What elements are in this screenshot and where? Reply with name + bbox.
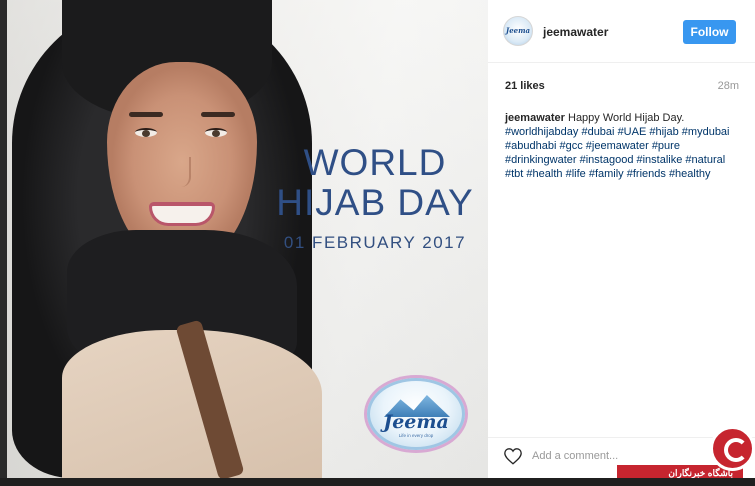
hashtag-link[interactable]: #jeemawater bbox=[586, 140, 649, 152]
nose bbox=[175, 157, 191, 187]
jeema-logo: Jeema Life in every drop bbox=[367, 378, 465, 450]
post-time[interactable]: 28m bbox=[718, 80, 739, 92]
hashtag-link[interactable]: #family bbox=[589, 168, 624, 180]
likes-row: 21 likes 28m bbox=[505, 80, 739, 96]
watermark-logo-icon bbox=[710, 426, 755, 471]
watermark: باشگاه خبرنگاران bbox=[617, 424, 755, 486]
caption-hashtags: #worldhijabday #dubai #UAE #hijab #mydub… bbox=[505, 126, 730, 180]
post-sidebar: Jeema jeemawater Follow 21 likes 28m jee… bbox=[488, 0, 755, 478]
right-eye bbox=[205, 128, 227, 137]
hashtag-link[interactable]: #tbt bbox=[505, 168, 523, 180]
hashtag-link[interactable]: #friends bbox=[627, 168, 666, 180]
avatar[interactable]: Jeema bbox=[503, 16, 533, 46]
avatar-logo-text: Jeema bbox=[505, 26, 531, 35]
hashtag-link[interactable]: #instalike bbox=[637, 154, 683, 166]
hashtag-link[interactable]: #hijab bbox=[649, 126, 678, 138]
hashtag-link[interactable]: #life bbox=[566, 168, 586, 180]
caption-username[interactable]: jeemawater bbox=[505, 112, 565, 124]
hashtag-link[interactable]: #instagood bbox=[580, 154, 634, 166]
hashtag-link[interactable]: #healthy bbox=[669, 168, 711, 180]
post-image[interactable]: WORLD HIJAB DAY 01 FEBRUARY 2017 Jeema L… bbox=[7, 0, 488, 478]
bottom-strip bbox=[0, 478, 755, 486]
follow-button[interactable]: Follow bbox=[683, 20, 736, 44]
hashtag-link[interactable]: #mydubai bbox=[682, 126, 730, 138]
post-header: Jeema jeemawater Follow bbox=[488, 0, 755, 63]
hashtag-link[interactable]: #abudhabi bbox=[505, 140, 556, 152]
hashtag-link[interactable]: #drinkingwater bbox=[505, 154, 577, 166]
hashtag-link[interactable]: #pure bbox=[652, 140, 680, 152]
hashtag-link[interactable]: #natural bbox=[685, 154, 725, 166]
caption-text: Happy World Hijab Day. bbox=[568, 112, 685, 124]
hashtag-link[interactable]: #dubai bbox=[581, 126, 614, 138]
left-brow bbox=[129, 112, 163, 117]
post-dialog: WORLD HIJAB DAY 01 FEBRUARY 2017 Jeema L… bbox=[0, 0, 755, 486]
left-eye bbox=[135, 128, 157, 137]
headline-line-2: HIJAB DAY bbox=[276, 182, 474, 223]
smile bbox=[149, 202, 215, 226]
headline-line-1: WORLD bbox=[303, 142, 447, 183]
post-caption: jeemawater Happy World Hijab Day. #world… bbox=[505, 111, 741, 181]
logo-wordmark: Jeema bbox=[383, 411, 449, 433]
heart-icon[interactable] bbox=[503, 447, 523, 465]
image-headline: WORLD HIJAB DAY 01 FEBRUARY 2017 bbox=[265, 143, 485, 253]
hashtag-link[interactable]: #UAE bbox=[618, 126, 647, 138]
headline-date: 01 FEBRUARY 2017 bbox=[283, 233, 467, 252]
username-link[interactable]: jeemawater bbox=[543, 25, 608, 39]
likes-count[interactable]: 21 likes bbox=[505, 80, 545, 92]
right-brow bbox=[201, 112, 235, 117]
hashtag-link[interactable]: #gcc bbox=[559, 140, 582, 152]
logo-tagline: Life in every drop bbox=[398, 433, 434, 438]
hashtag-link[interactable]: #health bbox=[526, 168, 562, 180]
hashtag-link[interactable]: #worldhijabday bbox=[505, 126, 578, 138]
